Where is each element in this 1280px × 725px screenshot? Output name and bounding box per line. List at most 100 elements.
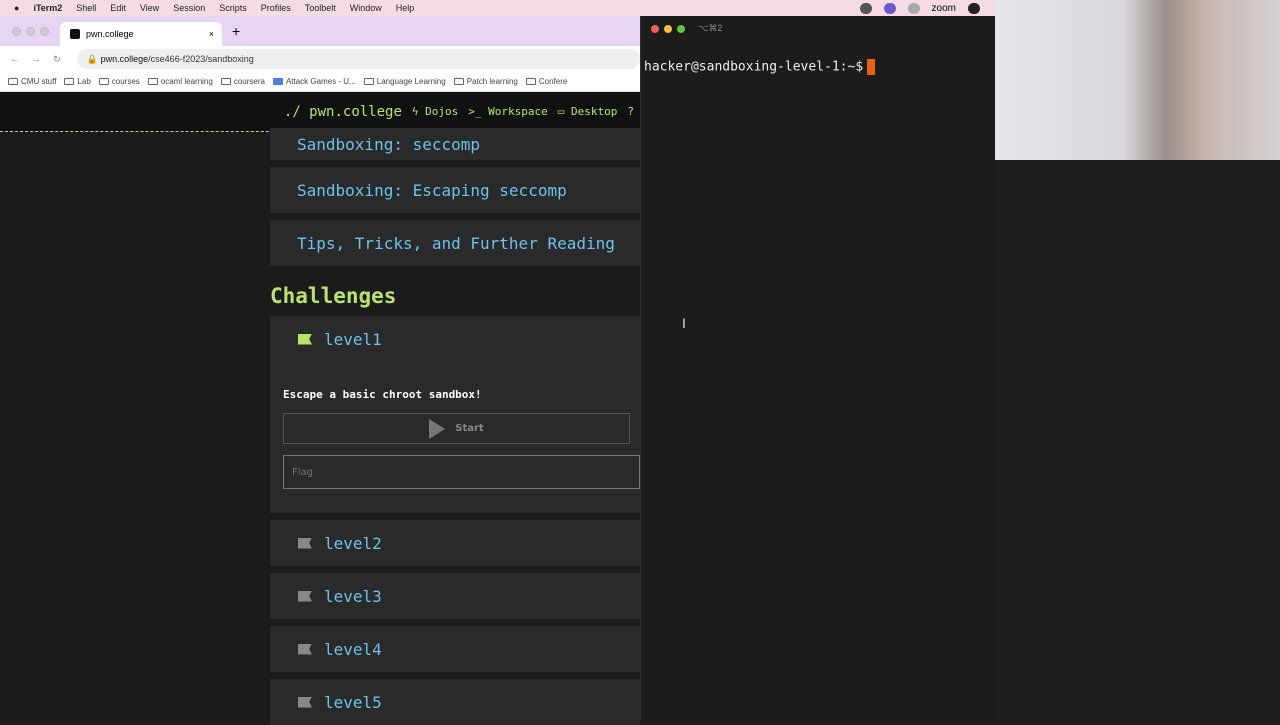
site-nav: ./ pwn.college ϟ Dojos >_ Workspace ▭ De… [0,92,640,132]
back-icon[interactable]: ← [10,54,22,64]
bookmark-patch[interactable]: Patch learning [453,77,518,86]
bookmark-ocaml[interactable]: ocaml learning [147,77,213,86]
screen-share-icon[interactable] [883,2,896,14]
menu-toolbelt[interactable]: Toolbelt [305,3,336,13]
bookmark-cmu-stuff[interactable]: CMU stuff [8,77,56,86]
text-cursor-icon: I [682,315,686,331]
folder-icon [8,78,18,85]
minimize-window-button[interactable] [26,27,35,36]
menu-view[interactable]: View [140,3,159,13]
url-path: /cse466-f2023/sandboxing [148,54,254,64]
status-icon[interactable] [907,2,920,14]
nav-label: Dojos [425,105,459,118]
bookmark-label: coursera [233,77,265,86]
favicon-icon [70,29,80,39]
status-icons: zoom [859,0,980,16]
folder-icon [453,78,464,85]
menu-edit[interactable]: Edit [110,3,126,13]
maximize-window-button[interactable] [40,27,49,36]
challenge-level4[interactable]: level4 [270,626,640,672]
challenge-level3[interactable]: level3 [270,573,640,619]
flag-icon [298,333,312,345]
close-window-button[interactable] [651,25,659,33]
challenge-level2[interactable]: level2 [270,520,640,566]
prompt-text: hacker@sandboxing-level-1:~$ [644,59,864,75]
terminal-icon: >_ [468,105,482,118]
menu-window[interactable]: Window [350,3,382,13]
bookmark-label: Confere [538,77,568,86]
bookmarks-bar: CMU stuff Lab courses ocaml learning cou… [0,72,640,92]
minimize-window-button[interactable] [664,25,672,33]
flag-icon [298,590,312,602]
challenges-heading: Challenges [270,284,397,308]
flag-icon [298,537,312,549]
apple-icon[interactable]: ● [14,3,19,13]
bolt-icon: ϟ [411,105,419,118]
site-logo[interactable]: ./ pwn.college [284,104,402,120]
nav-label: Workspace [488,105,548,118]
new-tab-button[interactable]: + [232,23,240,39]
menu-profiles[interactable]: Profiles [261,3,291,13]
module-item[interactable]: Sandboxing: seccomp [270,128,640,160]
challenge-level1-body: Escape a basic chroot sandbox! Start [270,362,640,513]
flag-input[interactable] [283,455,640,489]
close-window-button[interactable] [12,27,21,36]
nav-label: Desktop [571,105,618,118]
tab-bar: pwn.college × + [0,16,640,46]
nav-dojos[interactable]: ϟ Dojos [412,105,458,118]
folder-icon [147,78,158,85]
close-tab-icon[interactable]: × [209,29,214,39]
challenge-level1[interactable]: level1 [270,316,640,362]
challenge-title: level5 [324,692,382,712]
challenge-level5[interactable]: level5 [270,679,640,725]
bookmark-label: Lab [77,77,91,86]
url-host: pwn.college [100,54,149,64]
bookmark-label: Patch learning [466,77,518,86]
folder-icon [220,78,231,85]
folder-icon [64,78,75,85]
challenge-title: level4 [324,639,382,659]
tab-pwn-college[interactable]: pwn.college × [60,22,222,46]
nav-desktop[interactable]: ▭ Desktop [558,105,618,118]
challenge-title: level1 [324,329,382,349]
menu-help[interactable]: Help [396,3,415,13]
bookmark-attack-games[interactable]: Attack Games - U... [272,77,356,86]
flag-icon [298,696,312,708]
menu-scripts[interactable]: Scripts [219,3,247,13]
terminal-titlebar: ⌥⌘2 [641,16,995,42]
doc-icon [272,78,283,85]
menu-session[interactable]: Session [173,3,205,13]
start-button[interactable]: Start [283,413,630,444]
bookmark-label: Language Learning [376,77,446,86]
status-icon[interactable] [859,2,872,14]
bookmark-label: CMU stuff [21,77,57,86]
zoom-status[interactable]: zoom [932,3,956,14]
monitor-icon: ▭ [557,105,565,118]
bookmark-conferences[interactable]: Confere [525,77,568,86]
url-input[interactable]: 🔒 pwn.college/cse466-f2023/sandboxing [76,49,640,69]
forward-icon[interactable]: → [32,54,44,64]
start-label: Start [455,423,484,434]
address-bar-row: ← → ↻ 🔒 pwn.college/cse466-f2023/sandbox… [0,46,640,72]
maximize-window-button[interactable] [677,25,685,33]
terminal-prompt: hacker@sandboxing-level-1:~$ [644,59,876,75]
terminal-cursor [867,59,876,75]
bookmark-lab[interactable]: Lab [64,77,91,86]
challenge-description: Escape a basic chroot sandbox! [283,388,482,401]
nav-help[interactable]: ? [627,105,634,118]
bookmark-coursera[interactable]: coursera [220,77,265,86]
reload-icon[interactable]: ↻ [53,54,65,65]
play-icon [429,418,446,439]
module-item[interactable]: Tips, Tricks, and Further Reading [270,220,640,266]
webcam-video [995,0,1280,160]
menu-shell[interactable]: Shell [76,3,96,13]
bookmark-courses[interactable]: courses [98,77,140,86]
module-item[interactable]: Sandboxing: Escaping seccomp [270,167,640,213]
menu-app[interactable]: iTerm2 [33,3,62,13]
terminal-window[interactable]: ⌥⌘2 hacker@sandboxing-level-1:~$ [640,16,995,720]
telegram-icon[interactable] [968,2,980,14]
terminal-title: ⌥⌘2 [698,23,723,33]
bookmark-language[interactable]: Language Learning [363,77,446,86]
bookmark-label: Attack Games - U... [285,77,356,86]
nav-workspace[interactable]: >_ Workspace [468,105,547,118]
